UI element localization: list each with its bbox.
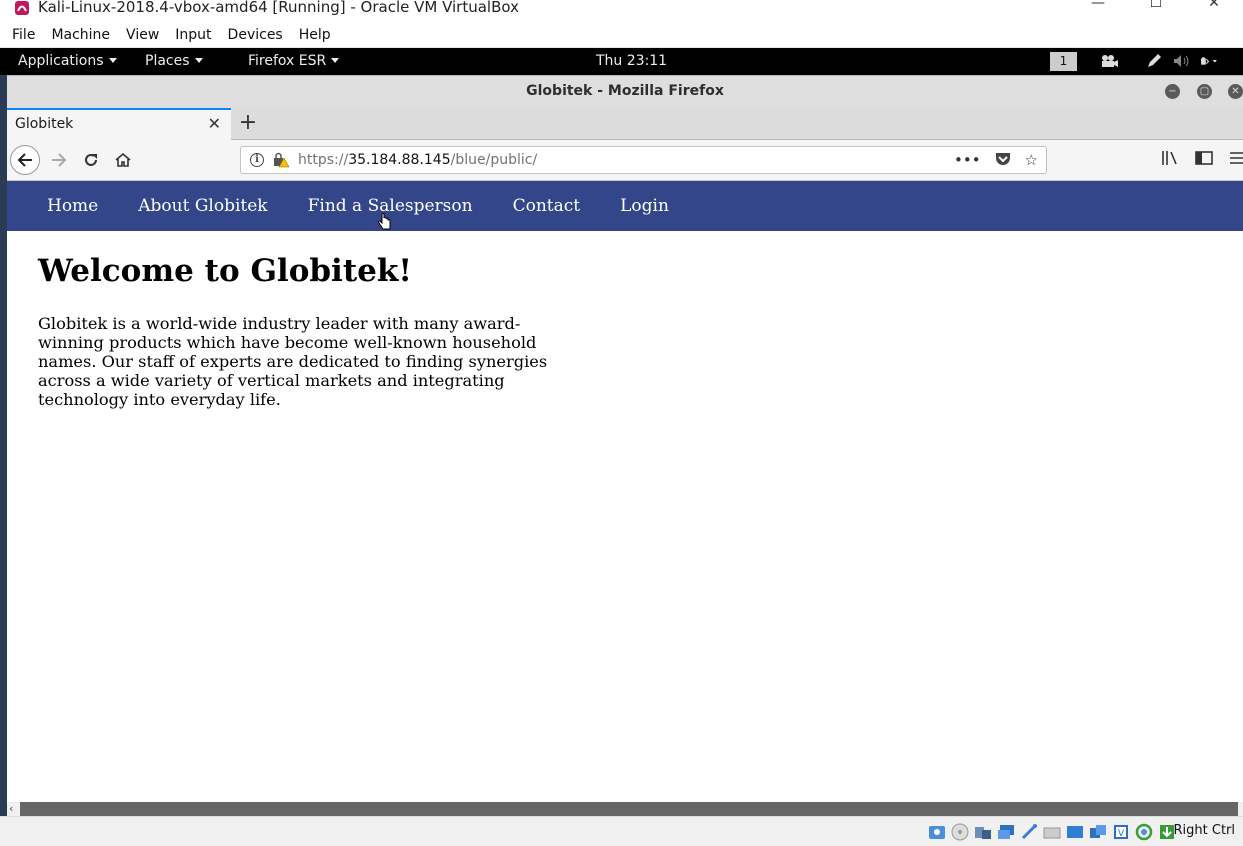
url-actions: ••• ☆ [954,151,1038,170]
back-button[interactable] [10,145,40,175]
arrow-right-icon [52,153,67,167]
shared-folders-icon[interactable] [1042,822,1062,841]
hamburger-menu-icon[interactable] [1229,150,1243,170]
intro-paragraph: Globitek is a world-wide industry leader… [38,314,548,409]
toolbar-right [1161,150,1243,170]
site-nav: Home About Globitek Find a Salesperson C… [7,181,1243,231]
firefox-window-title: Globitek - Mozilla Firefox [526,83,724,99]
ff-maximize-button[interactable]: ▢ [1197,84,1212,99]
volume-icon[interactable] [1173,52,1191,70]
applications-menu[interactable]: Applications [18,53,117,69]
chevron-down-icon [331,58,340,63]
scroll-left-icon[interactable]: ‹ [9,802,13,816]
video-capture-icon[interactable] [1088,822,1108,841]
url-text[interactable]: https://35.184.88.145/blue/public/ [298,152,537,168]
menu-machine[interactable]: Machine [43,27,118,43]
menu-input[interactable]: Input [167,27,219,43]
display-icon[interactable] [1065,822,1085,841]
guest-additions-icon[interactable] [1134,822,1154,841]
host-window-title: Kali-Linux-2018.4-vbox-amd64 [Running] -… [38,0,519,16]
svg-text:V: V [1118,829,1125,839]
audio-icon[interactable] [973,822,993,841]
tab-title: Globitek [15,116,74,132]
url-path: /blue/public/ [450,152,538,168]
chevron-down-icon [108,58,117,63]
web-page: Home About Globitek Find a Salesperson C… [7,181,1243,801]
usb-icon[interactable] [1019,822,1039,841]
url-host: 35.184.88.145 [348,152,451,168]
firefox-window: Globitek - Mozilla Firefox − ▢ ✕ Globite… [7,75,1243,816]
active-app-menu[interactable]: Firefox ESR [248,53,340,69]
guest-screen: Applications Places Firefox ESR Thu 23:1… [0,48,1243,816]
host-title-bar: Kali-Linux-2018.4-vbox-amd64 [Running] -… [0,0,1243,22]
menu-devices[interactable]: Devices [220,27,291,43]
page-heading: Welcome to Globitek! [38,253,412,289]
menu-file[interactable]: File [4,27,43,43]
optical-drive-icon[interactable] [950,822,970,841]
host-menubar: File Machine View Input Devices Help [0,22,1243,48]
navigation-toolbar: i https://35.184.88.145/blue/public/ •••… [7,140,1243,181]
scrollbar-thumb[interactable] [20,802,1238,816]
horizontal-scrollbar[interactable]: ‹ [7,802,1243,816]
device-status-icons: V [927,822,1177,841]
home-button[interactable] [108,145,138,175]
page-actions-icon[interactable]: ••• [954,151,981,170]
tab-globitek[interactable]: Globitek ✕ [7,108,231,140]
cpu-icon[interactable]: V [1111,822,1131,841]
active-app-label: Firefox ESR [248,53,327,69]
home-icon [115,152,131,167]
tab-strip: Globitek ✕ + [7,108,1243,140]
video-camera-icon[interactable] [1100,52,1118,70]
menu-view[interactable]: View [118,27,167,43]
insecure-lock-icon[interactable] [272,152,290,168]
arrow-left-icon [17,153,32,167]
reload-icon [85,154,97,166]
host-window-controls: — ☐ ✕ [1069,0,1243,22]
close-tab-icon[interactable]: ✕ [208,110,221,138]
bookmark-star-icon[interactable]: ☆ [1025,151,1038,170]
nav-home[interactable]: Home [27,181,118,231]
host-key-label: Right Ctrl [1173,823,1236,838]
close-button[interactable]: ✕ [1185,0,1243,14]
workspace-indicator[interactable]: 1 [1050,52,1077,71]
chevron-down-icon [194,58,203,63]
new-tab-button[interactable]: + [237,110,259,136]
clock[interactable]: Thu 23:11 [596,53,667,69]
hand-cursor-icon [378,213,391,230]
virtualbox-app-icon [15,1,29,15]
hard-disk-icon[interactable] [927,822,947,841]
network-icon[interactable] [996,822,1016,841]
forward-button[interactable] [44,145,74,175]
minimize-button[interactable]: — [1069,0,1127,14]
places-menu[interactable]: Places [145,53,203,69]
power-menu-icon[interactable] [1200,52,1218,70]
nav-login[interactable]: Login [600,181,689,231]
applications-label: Applications [18,53,104,69]
ff-close-button[interactable]: ✕ [1228,84,1243,99]
places-label: Places [145,53,190,69]
pocket-icon[interactable] [995,151,1011,170]
nav-about[interactable]: About Globitek [118,181,287,231]
url-prefix: https:// [298,152,349,168]
ff-minimize-button[interactable]: − [1165,84,1180,99]
pen-icon[interactable] [1145,52,1163,70]
nav-contact[interactable]: Contact [493,181,601,231]
sidebar-icon[interactable] [1195,150,1213,170]
gnome-top-panel: Applications Places Firefox ESR Thu 23:1… [0,48,1243,75]
firefox-title-bar: Globitek - Mozilla Firefox − ▢ ✕ [7,75,1243,108]
library-icon[interactable] [1161,150,1179,170]
host-status-bar: V Right Ctrl [0,816,1243,846]
info-icon[interactable]: i [250,153,264,167]
maximize-button[interactable]: ☐ [1127,0,1185,14]
menu-help[interactable]: Help [291,27,339,43]
reload-button[interactable] [76,145,106,175]
url-bar[interactable]: i https://35.184.88.145/blue/public/ •••… [240,146,1047,174]
